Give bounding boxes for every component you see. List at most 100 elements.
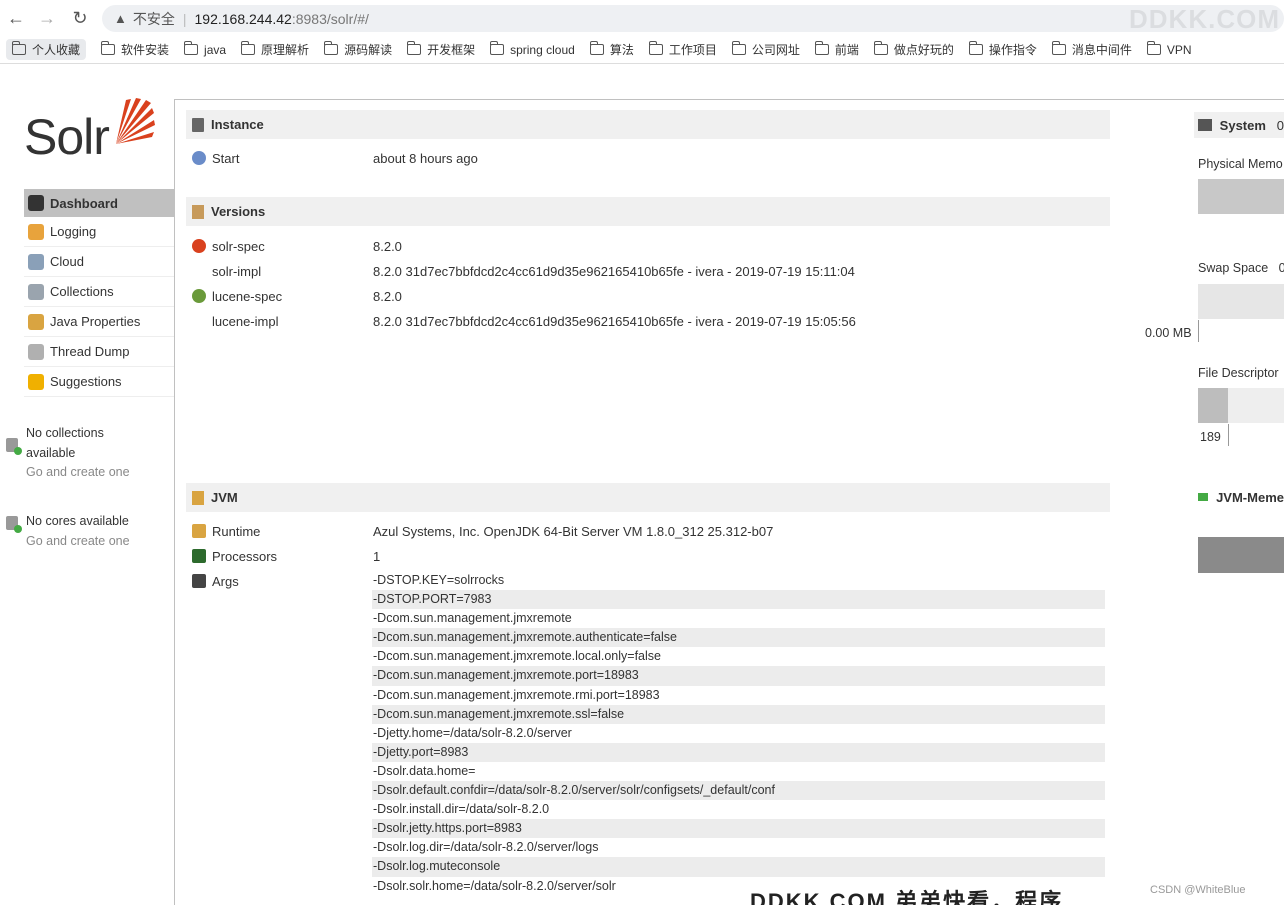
bookmark-label: 公司网址	[751, 43, 800, 57]
sidebar-item-thread-dump[interactable]: Thread Dump	[24, 337, 174, 367]
jvm-arg: -Dsolr.default.confdir=/data/solr-8.2.0/…	[372, 781, 1105, 801]
sidebar-item-cloud[interactable]: Cloud	[24, 247, 174, 277]
jvm-arg: -Dcom.sun.management.jmxremote.ssl=false	[372, 704, 1105, 724]
sidebar-item-java-properties[interactable]: Java Properties	[24, 307, 174, 337]
no-collections-note: No collections available Go and create o…	[0, 424, 130, 483]
bookmark-item[interactable]: java	[184, 41, 226, 57]
monitor-icon	[1198, 119, 1212, 131]
jvm-arg: -Dcom.sun.management.jmxremote.rmi.port=…	[373, 687, 660, 702]
folder-icon	[589, 41, 604, 55]
bookmark-item[interactable]: 个人收藏	[6, 39, 87, 60]
processors-value: 1	[373, 548, 381, 564]
swap-space-label: Swap Space 0	[1198, 261, 1284, 275]
folder-icon	[184, 41, 199, 55]
folder-icon	[101, 41, 116, 55]
sidebar-item-label: Suggestions	[50, 374, 122, 389]
terminal-icon	[192, 574, 206, 588]
file-descriptor-tick-line	[1228, 424, 1229, 446]
bookmark-item[interactable]: 软件安装	[101, 41, 169, 58]
database-icon	[6, 516, 22, 533]
database-icon	[6, 438, 22, 455]
bookmark-item[interactable]: 开发框架	[407, 41, 475, 58]
server-icon	[192, 117, 204, 132]
sidebar-item-logging[interactable]: Logging	[24, 217, 174, 247]
lucene-icon	[192, 289, 206, 303]
bookmark-item[interactable]: 操作指令	[968, 41, 1037, 58]
jvm-runtime-row: Runtime Azul Systems, Inc. OpenJDK 64-Bi…	[192, 521, 773, 541]
jvm-header: JVM	[186, 483, 1110, 512]
bookmark-item[interactable]: 前端	[814, 41, 859, 58]
jvm-arg: -Dcom.sun.management.jmxremote.authentic…	[372, 628, 1105, 648]
jvm-arg: -Dsolr.install.dir=/data/solr-8.2.0	[373, 802, 550, 817]
jvm-arg: -DSTOP.PORT=7983	[372, 590, 1105, 610]
java-icon	[28, 313, 44, 330]
sidebar-item-suggestions[interactable]: Suggestions	[24, 367, 174, 397]
warning-icon[interactable]: ▲	[114, 11, 127, 26]
address-bar[interactable]: ▲ 不安全 | 192.168.244.42:8983/solr/#/	[102, 5, 1284, 32]
physical-memory-bar	[1198, 179, 1284, 214]
create-core-link[interactable]: Go and create one	[26, 532, 130, 552]
bookmark-item[interactable]: 原理解析	[241, 41, 309, 58]
bookmark-label: 前端	[834, 43, 859, 57]
cloud-icon	[28, 253, 44, 270]
folder-icon	[1146, 41, 1161, 55]
bookmark-item[interactable]: 做点好玩的	[873, 41, 954, 58]
bookmark-item[interactable]: spring cloud	[490, 41, 575, 57]
bookmark-label: VPN	[1166, 42, 1192, 57]
version-label: lucene-spec	[192, 289, 373, 304]
bookmark-item[interactable]: 消息中间件	[1051, 41, 1132, 58]
collections-icon	[28, 283, 44, 300]
url-host[interactable]: 192.168.244.42	[195, 11, 292, 27]
folder-icon	[12, 41, 26, 55]
processor-icon	[192, 549, 206, 563]
system-title-suffix: 0	[1276, 117, 1284, 133]
bookmark-item[interactable]: 源码解读	[324, 41, 392, 58]
bookmark-item[interactable]: VPN	[1146, 41, 1192, 57]
version-value: 8.2.0 31d7ec7bbfdcd2c4cc61d9d35e96216541…	[373, 263, 855, 279]
sidebar-item-label: Java Properties	[50, 314, 141, 329]
system-title: System	[1219, 117, 1266, 133]
bookmark-item[interactable]: 算法	[589, 41, 634, 58]
footer-watermark: DDKK.COM 弟弟快看，程序	[750, 889, 1064, 905]
sidebar-item-label: Collections	[50, 284, 114, 299]
jvm-memory-header: JVM-Meme	[1194, 484, 1284, 510]
security-label[interactable]: 不安全	[133, 9, 175, 29]
create-collection-link[interactable]: Go and create one	[26, 463, 130, 483]
jvm-arg: -Dsolr.log.muteconsole	[372, 857, 1105, 877]
runtime-label: Runtime	[212, 523, 261, 539]
url-path[interactable]: :8983/solr/#/	[292, 11, 369, 27]
bookmark-item[interactable]: 工作项目	[648, 41, 717, 58]
sidebar-item-dashboard[interactable]: Dashboard	[24, 189, 174, 217]
file-descriptor-value: 189	[1200, 430, 1221, 444]
system-header: System 0	[1194, 112, 1284, 138]
back-arrow-icon[interactable]: ←	[4, 6, 28, 30]
folder-icon	[968, 41, 983, 55]
sidebar-item-label: Thread Dump	[50, 344, 130, 359]
folder-icon	[324, 41, 339, 55]
folder-icon	[490, 41, 505, 55]
bookmark-label: spring cloud	[510, 42, 575, 57]
forward-arrow-icon[interactable]: →	[35, 6, 59, 30]
folder-icon	[731, 41, 746, 55]
no-cores-note: No cores available Go and create one	[0, 512, 130, 551]
instance-title: Instance	[211, 117, 264, 132]
dashboard-icon	[28, 195, 44, 211]
bulb-icon	[28, 373, 44, 390]
swap-space-value: 0.00 MB	[1145, 326, 1192, 340]
version-row: lucene-impl 8.2.0 31d7ec7bbfdcd2c4cc61d9d…	[192, 311, 856, 331]
solr-logo[interactable]: Solr	[24, 98, 155, 168]
jvm-arg: -Dcom.sun.management.jmxremote.port=1898…	[372, 666, 1105, 686]
bookmark-label: 做点好玩的	[893, 43, 954, 57]
folder-icon	[407, 41, 422, 55]
swap-tick-line	[1198, 320, 1199, 342]
versions-title: Versions	[211, 204, 266, 219]
start-value: about 8 hours ago	[373, 150, 478, 166]
sidebar-item-collections[interactable]: Collections	[24, 277, 174, 307]
sidebar-item-label: Dashboard	[50, 195, 118, 211]
jvm-arg: -Dcom.sun.management.jmxremote.local.onl…	[373, 649, 661, 664]
bookmark-item[interactable]: 公司网址	[731, 41, 800, 58]
version-value: 8.2.0 31d7ec7bbfdcd2c4cc61d9d35e96216541…	[373, 313, 856, 329]
reload-icon[interactable]: ↻	[68, 6, 92, 30]
version-label-text: lucene-impl	[212, 313, 279, 329]
memory-icon	[1198, 493, 1209, 501]
